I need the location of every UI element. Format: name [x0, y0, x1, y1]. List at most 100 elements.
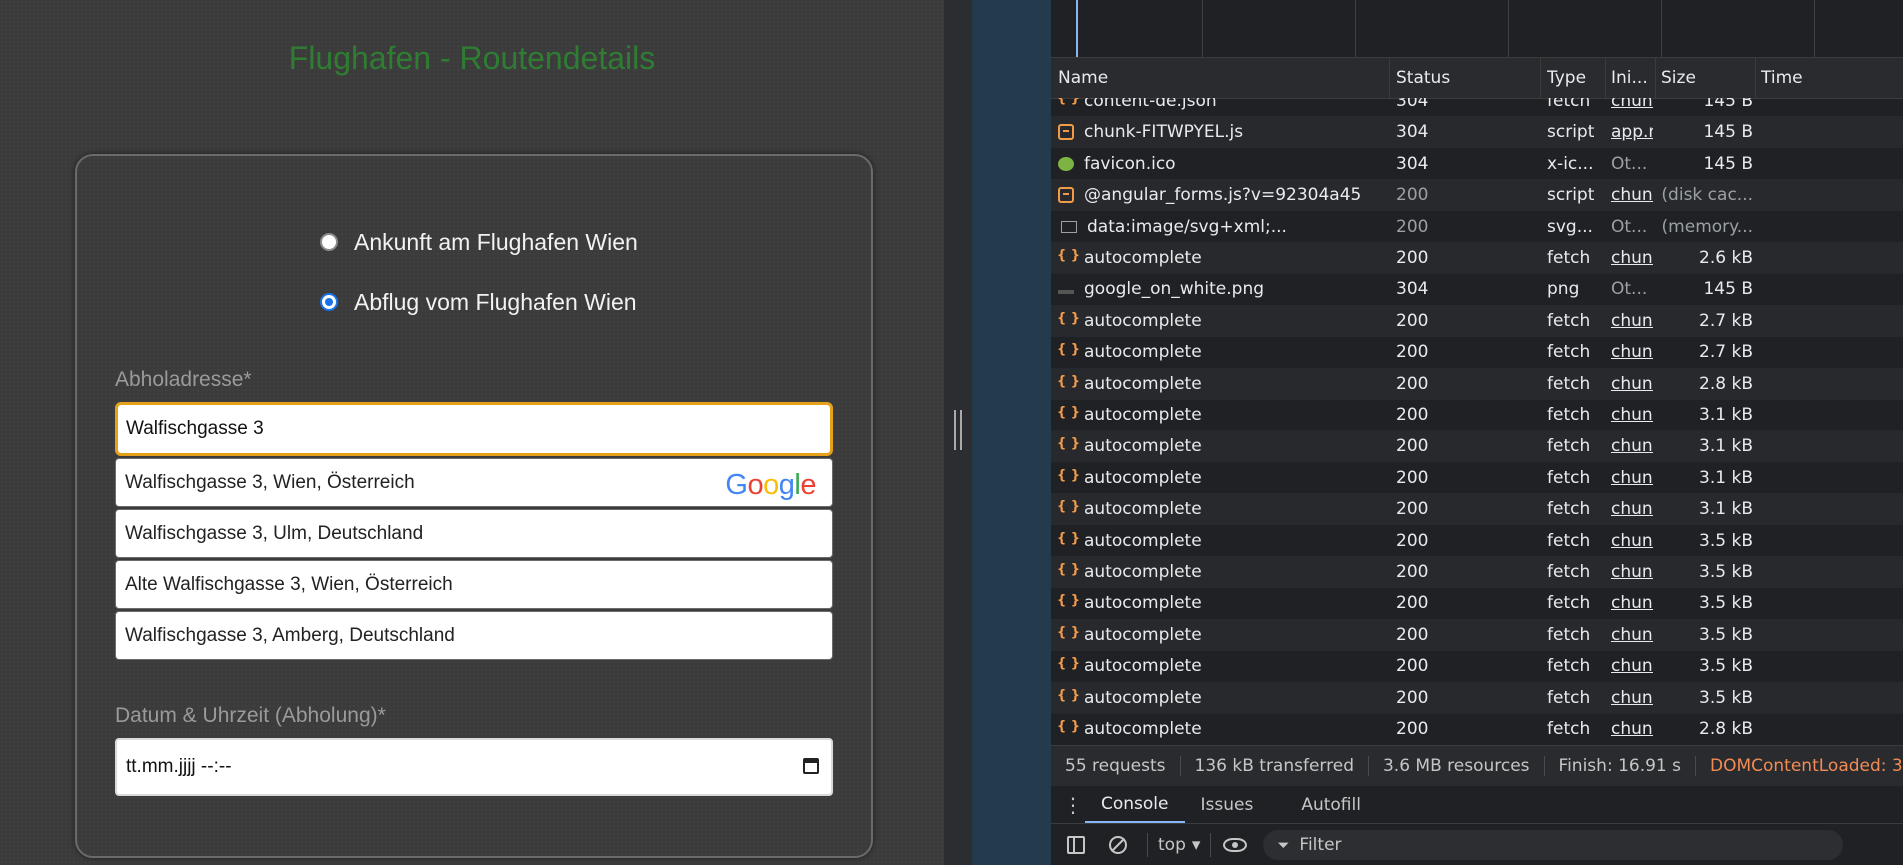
column-header-size[interactable]: Size: [1661, 58, 1751, 98]
calendar-icon[interactable]: [803, 758, 819, 774]
column-header-name[interactable]: Name: [1058, 58, 1388, 98]
suggestion-item[interactable]: Walfischgasse 3, Wien, Österreich Google: [115, 458, 833, 507]
request-initiator[interactable]: chunk: [1611, 242, 1653, 274]
console-filter-input[interactable]: ⏷ Filter: [1263, 829, 1844, 860]
radio-departure-button[interactable]: [320, 293, 338, 311]
sidebar-toggle-icon: [1067, 835, 1085, 854]
request-initiator[interactable]: chunk: [1611, 336, 1653, 368]
request-initiator[interactable]: Ot...: [1611, 148, 1653, 180]
request-initiator[interactable]: chunk: [1611, 713, 1653, 745]
request-initiator[interactable]: chunk: [1611, 430, 1653, 462]
tab-issues[interactable]: Issues: [1185, 786, 1270, 823]
request-initiator[interactable]: chunk: [1611, 368, 1653, 400]
network-request-row[interactable]: autocomplete 200 fetch chunk 3.1 kB: [1051, 399, 1903, 431]
request-type: fetch: [1547, 248, 1591, 268]
request-name: autocomplete: [1084, 624, 1202, 645]
suggestion-text: Walfischgasse 3, Wien, Österreich: [125, 471, 415, 493]
network-request-row[interactable]: autocomplete 200 fetch chunk 3.1 kB: [1051, 430, 1903, 463]
request-size: 3.5 kB: [1699, 562, 1753, 582]
request-size: 3.5 kB: [1699, 593, 1753, 614]
request-initiator[interactable]: chunk: [1611, 556, 1653, 588]
request-initiator[interactable]: Ot...: [1611, 273, 1653, 305]
clear-icon: [1109, 835, 1127, 854]
request-initiator[interactable]: chunk: [1611, 305, 1653, 337]
network-request-row[interactable]: autocomplete 200 fetch chunk 2.8 kB: [1051, 367, 1903, 400]
network-request-row[interactable]: autocomplete 200 fetch chunk 3.1 kB: [1051, 493, 1903, 526]
request-type: fetch: [1547, 593, 1591, 614]
request-name-cell: autocomplete: [1058, 336, 1388, 368]
network-request-row[interactable]: favicon.ico 304 x-ic... Ot... 145 B: [1051, 148, 1903, 180]
request-initiator[interactable]: chunk: [1611, 399, 1653, 431]
tab-autofill[interactable]: Autofill: [1285, 786, 1377, 823]
summary-finish: Finish: 16.91 s: [1545, 756, 1696, 776]
request-type: fetch: [1547, 467, 1591, 488]
network-request-row[interactable]: autocomplete 200 fetch chunk 2.7 kB: [1051, 304, 1903, 337]
live-expression-eye-icon[interactable]: [1223, 837, 1248, 852]
radio-departure[interactable]: Abflug vom Flughafen Wien: [320, 288, 637, 316]
network-request-row[interactable]: autocomplete 200 fetch chunk 3.5 kB: [1051, 650, 1903, 682]
tab-console[interactable]: Console: [1085, 786, 1185, 823]
network-request-row[interactable]: autocomplete 200 fetch chunk 3.5 kB: [1051, 618, 1903, 651]
request-name: autocomplete: [1084, 405, 1202, 425]
network-request-row[interactable]: @angular_forms.js?v=92304a45 200 script chu…: [1051, 179, 1903, 212]
radio-arrival-button[interactable]: [320, 233, 338, 251]
request-initiator[interactable]: app.ro: [1611, 116, 1653, 148]
request-type: fetch: [1547, 310, 1591, 331]
column-header-time[interactable]: Time: [1761, 58, 1861, 98]
request-status: 200: [1396, 687, 1429, 708]
fetch-icon: [1058, 374, 1080, 392]
network-request-row[interactable]: autocomplete 200 fetch chunk 2.7 kB: [1051, 336, 1903, 368]
network-request-row[interactable]: content-de.json 304 fetch chunk 145 B: [1051, 98, 1903, 117]
sidebar-toggle-button[interactable]: [1059, 828, 1093, 862]
network-request-row[interactable]: autocomplete 200 fetch chunk 3.5 kB: [1051, 681, 1903, 714]
request-size: 145 B: [1703, 122, 1753, 143]
network-request-row[interactable]: autocomplete 200 fetch chunk 3.5 kB: [1051, 525, 1903, 557]
network-request-row[interactable]: autocomplete 200 fetch chunk 3.5 kB: [1051, 556, 1903, 588]
suggestion-text: Walfischgasse 3, Ulm, Deutschland: [125, 522, 424, 544]
pane-splitter[interactable]: [944, 0, 972, 865]
suggestion-text: Alte Walfischgasse 3, Wien, Österreich: [125, 573, 453, 595]
network-overview[interactable]: [1051, 0, 1903, 58]
request-initiator[interactable]: chunk: [1611, 179, 1653, 211]
request-type: png: [1547, 279, 1580, 300]
clear-console-button[interactable]: [1101, 828, 1135, 862]
fetch-icon: [1058, 625, 1080, 643]
request-initiator[interactable]: chunk: [1611, 525, 1653, 557]
network-request-row[interactable]: data:image/svg+xml;... 200 svg... Ot... (mem…: [1051, 211, 1903, 243]
fetch-icon: [1058, 468, 1080, 486]
suggestion-item[interactable]: Alte Walfischgasse 3, Wien, Österreich: [115, 560, 833, 609]
suggestion-item[interactable]: Walfischgasse 3, Amberg, Deutschland: [115, 611, 833, 660]
request-size: 3.1 kB: [1699, 467, 1753, 488]
network-request-row[interactable]: chunk-FITWPYEL.js 304 script app.ro 145 B: [1051, 116, 1903, 149]
request-initiator[interactable]: chunk: [1611, 682, 1653, 714]
network-request-row[interactable]: autocomplete 200 fetch chunk 3.5 kB: [1051, 587, 1903, 619]
request-name: autocomplete: [1084, 373, 1202, 394]
request-initiator[interactable]: chunk: [1611, 462, 1653, 494]
request-initiator[interactable]: chunk: [1611, 493, 1653, 525]
column-header-type[interactable]: Type: [1547, 58, 1602, 98]
request-initiator[interactable]: chunk: [1611, 619, 1653, 651]
fetch-icon: [1058, 593, 1080, 611]
column-header-status[interactable]: Status: [1396, 58, 1546, 98]
radio-arrival[interactable]: Ankunft am Flughafen Wien: [320, 228, 638, 256]
svg-icon: [1061, 220, 1077, 233]
context-selector[interactable]: top ▾: [1147, 832, 1212, 857]
network-request-row[interactable]: google_on_white.png 304 png Ot... 145 B: [1051, 273, 1903, 305]
request-initiator[interactable]: chunk: [1611, 650, 1653, 682]
request-initiator[interactable]: Ot...: [1611, 211, 1653, 243]
request-name-cell: autocomplete: [1058, 493, 1388, 525]
request-initiator[interactable]: chunk: [1611, 98, 1653, 117]
address-input[interactable]: [115, 402, 833, 456]
network-request-row[interactable]: autocomplete 200 fetch chunk 2.6 kB: [1051, 242, 1903, 274]
more-options-icon[interactable]: ⋮: [1061, 793, 1085, 817]
column-header-initiator[interactable]: Ini...: [1611, 58, 1651, 98]
network-request-row[interactable]: autocomplete 200 fetch chunk 2.8 kB: [1051, 713, 1903, 745]
request-size: 3.5 kB: [1699, 530, 1753, 551]
network-request-row[interactable]: autocomplete 200 fetch chunk 3.1 kB: [1051, 462, 1903, 494]
suggestion-item[interactable]: Walfischgasse 3, Ulm, Deutschland: [115, 509, 833, 558]
request-name: content-de.json: [1084, 98, 1217, 111]
splitter-handle-icon[interactable]: [954, 410, 962, 450]
request-initiator[interactable]: chunk: [1611, 587, 1653, 619]
request-status: 200: [1396, 248, 1429, 268]
datetime-input[interactable]: tt.mm.jjjj --:--: [115, 738, 833, 796]
